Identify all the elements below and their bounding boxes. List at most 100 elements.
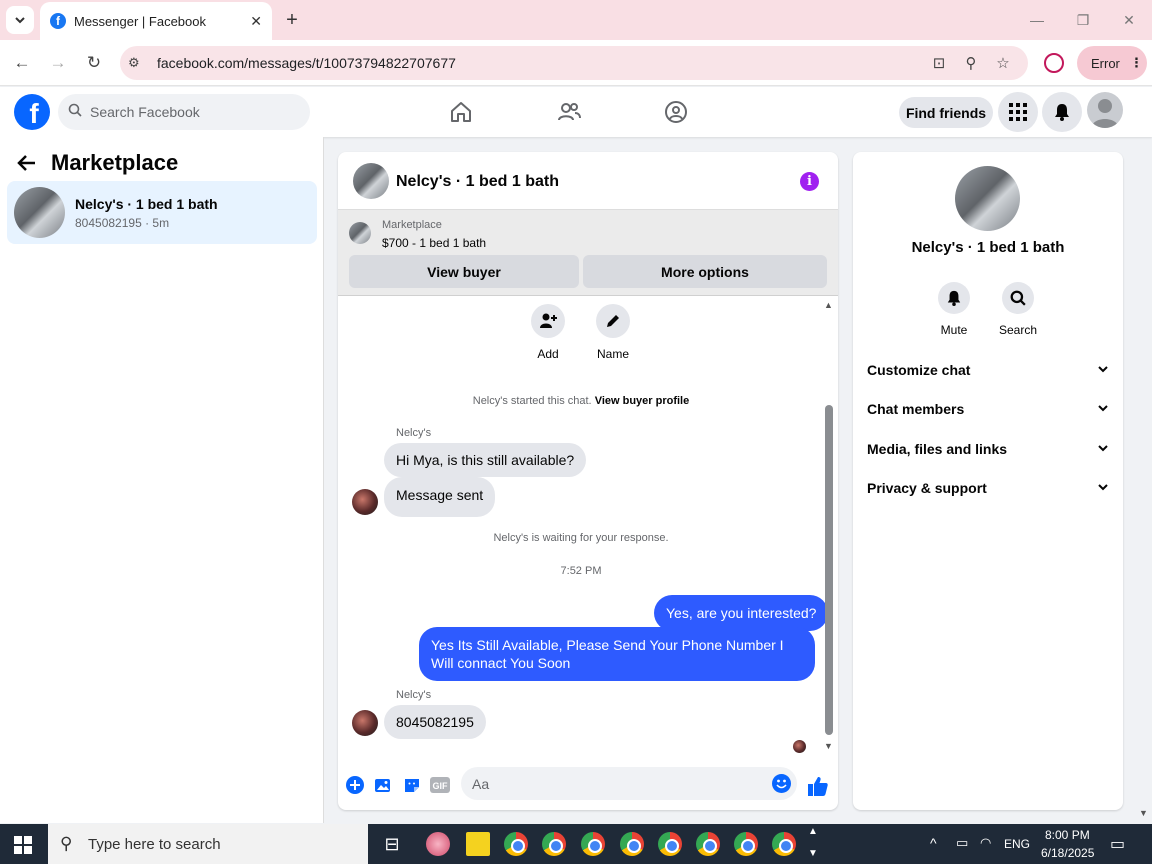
tray-chevron-up-icon[interactable]: ^ (930, 835, 937, 851)
forward-button[interactable]: → (46, 51, 70, 75)
facebook-search-input[interactable]: Search Facebook (58, 94, 310, 130)
chrome-app-icon[interactable] (542, 832, 566, 856)
zoom-icon[interactable]: ⚲ (962, 54, 980, 72)
media-files-links-section[interactable]: Media, files and links (867, 437, 1109, 461)
mute-label: Mute (940, 323, 968, 337)
taskbar-scroll-up-icon[interactable]: ▲ (808, 826, 818, 837)
emoji-icon[interactable] (772, 774, 791, 793)
groups-icon[interactable] (663, 99, 689, 125)
info-icon[interactable]: i (800, 172, 819, 191)
chrome-app-icon[interactable] (658, 832, 682, 856)
notifications-button[interactable] (1042, 92, 1082, 132)
friends-icon[interactable] (556, 99, 582, 125)
clock-date[interactable]: 6/18/2025 (1041, 846, 1094, 860)
incoming-message[interactable]: Hi Mya, is this still available? (384, 443, 587, 477)
facebook-logo-icon[interactable]: f (14, 94, 50, 130)
chevron-down-icon (1097, 362, 1109, 378)
message-input[interactable]: Aa (461, 767, 797, 800)
taskbar-search-input[interactable]: ⚲ Type here to search (48, 824, 368, 864)
site-info-icon[interactable]: ⚙ (128, 55, 144, 71)
notification-center-icon[interactable]: ▭ (1110, 834, 1125, 854)
browser-error-button[interactable]: Error ⋮ (1077, 46, 1147, 80)
tab-title: Messenger | Facebook (74, 13, 206, 29)
listing-profile-image (955, 166, 1020, 231)
incoming-message[interactable]: Message sent (384, 477, 496, 517)
view-buyer-button[interactable]: View buyer (349, 255, 579, 288)
section-label: Customize chat (867, 362, 971, 378)
chevron-down-icon (15, 17, 25, 24)
restore-button[interactable]: ❐ (1068, 8, 1098, 32)
search-in-chat-button[interactable]: Search (988, 282, 1048, 337)
sticky-notes-icon[interactable] (466, 832, 490, 856)
outgoing-message[interactable]: Yes Its Still Available, Please Send You… (419, 627, 815, 681)
chrome-app-icon[interactable] (696, 832, 720, 856)
sticker-icon[interactable] (402, 775, 422, 795)
listing-thumbnail (14, 187, 65, 238)
account-avatar[interactable] (1087, 92, 1123, 128)
add-people-button[interactable]: Add (518, 304, 578, 361)
browser-tab-messenger[interactable]: f Messenger | Facebook ✕ (40, 2, 272, 40)
page-scroll-down-arrow-icon[interactable]: ▼ (1139, 808, 1148, 818)
sender-avatar[interactable] (352, 489, 378, 515)
new-tab-button[interactable]: + (280, 8, 304, 32)
reload-button[interactable]: ↻ (82, 51, 106, 75)
chat-title[interactable]: Nelcy's · 1 bed 1 bath (396, 173, 559, 191)
chat-listing-thumbnail[interactable] (353, 163, 389, 199)
browser-profile-icon[interactable] (1044, 53, 1064, 73)
paint-app-icon[interactable] (426, 832, 450, 856)
battery-icon[interactable]: ▭ (956, 835, 968, 851)
gif-icon[interactable]: GIF (430, 775, 450, 795)
chrome-app-icon[interactable] (504, 832, 528, 856)
more-options-button[interactable]: More options (583, 255, 827, 288)
mute-button[interactable]: Mute (924, 282, 984, 337)
photo-icon[interactable] (373, 775, 393, 795)
chrome-app-icon[interactable] (734, 832, 758, 856)
view-buyer-profile-link[interactable]: View buyer profile (595, 395, 690, 407)
chat-header: Nelcy's · 1 bed 1 bath i (338, 152, 838, 210)
plus-circle-icon[interactable] (345, 775, 365, 795)
clock-time[interactable]: 8:00 PM (1045, 828, 1090, 842)
customize-chat-section[interactable]: Customize chat (867, 358, 1109, 382)
home-icon[interactable] (448, 99, 474, 125)
marketplace-listing-banner: Marketplace $700 - 1 bed 1 bath View buy… (338, 210, 838, 296)
thumbs-up-icon[interactable] (807, 775, 829, 797)
outgoing-message[interactable]: Yes, are you interested? (654, 595, 829, 631)
name-label: Name (596, 347, 629, 361)
search-icon (68, 103, 82, 120)
scroll-down-arrow-icon[interactable]: ▼ (824, 741, 833, 751)
message-thread[interactable]: Add Name Nelcy's started this chat. View… (338, 297, 838, 762)
minimize-button[interactable]: — (1022, 8, 1052, 32)
address-bar[interactable]: ⚙ facebook.com/messages/t/10073794822707… (120, 46, 1028, 80)
tab-close-icon[interactable]: ✕ (250, 13, 262, 30)
chevron-down-icon (1097, 480, 1109, 496)
chat-details-panel: Nelcy's · 1 bed 1 bath Mute Search Custo… (853, 152, 1123, 810)
language-indicator[interactable]: ENG (1004, 837, 1030, 851)
install-app-icon[interactable]: ⊡ (930, 54, 948, 72)
privacy-support-section[interactable]: Privacy & support (867, 476, 1109, 500)
error-label: Error (1091, 55, 1120, 71)
chrome-app-icon[interactable] (772, 832, 796, 856)
wifi-icon[interactable]: ◠ (980, 835, 991, 851)
name-chat-button[interactable]: Name (583, 304, 643, 361)
find-friends-button[interactable]: Find friends (899, 97, 993, 128)
chrome-app-icon[interactable] (581, 832, 605, 856)
chrome-app-icon[interactable] (620, 832, 644, 856)
bell-icon (1055, 104, 1069, 121)
scrollbar-thumb[interactable] (825, 405, 833, 735)
tab-search-button[interactable] (6, 6, 34, 34)
menu-grid-button[interactable] (998, 92, 1038, 132)
taskbar-scroll-down-icon[interactable]: ▼ (808, 848, 818, 859)
bookmark-star-icon[interactable]: ☆ (994, 54, 1012, 72)
back-button[interactable]: ← (10, 51, 34, 75)
scroll-up-arrow-icon[interactable]: ▲ (824, 300, 833, 310)
sender-avatar[interactable] (352, 710, 378, 736)
windows-start-icon[interactable] (14, 836, 32, 854)
back-arrow-icon[interactable] (17, 153, 37, 179)
chat-members-section[interactable]: Chat members (867, 397, 1109, 421)
incoming-message[interactable]: 8045082195 (384, 705, 486, 739)
search-icon: ⚲ (60, 834, 73, 853)
conversation-title: Nelcy's · 1 bed 1 bath (75, 196, 218, 212)
task-view-icon[interactable]: ⊟ (380, 832, 404, 856)
conversation-list-item[interactable]: Nelcy's · 1 bed 1 bath 8045082195 · 5m (7, 181, 317, 244)
close-window-button[interactable]: ✕ (1114, 8, 1144, 32)
